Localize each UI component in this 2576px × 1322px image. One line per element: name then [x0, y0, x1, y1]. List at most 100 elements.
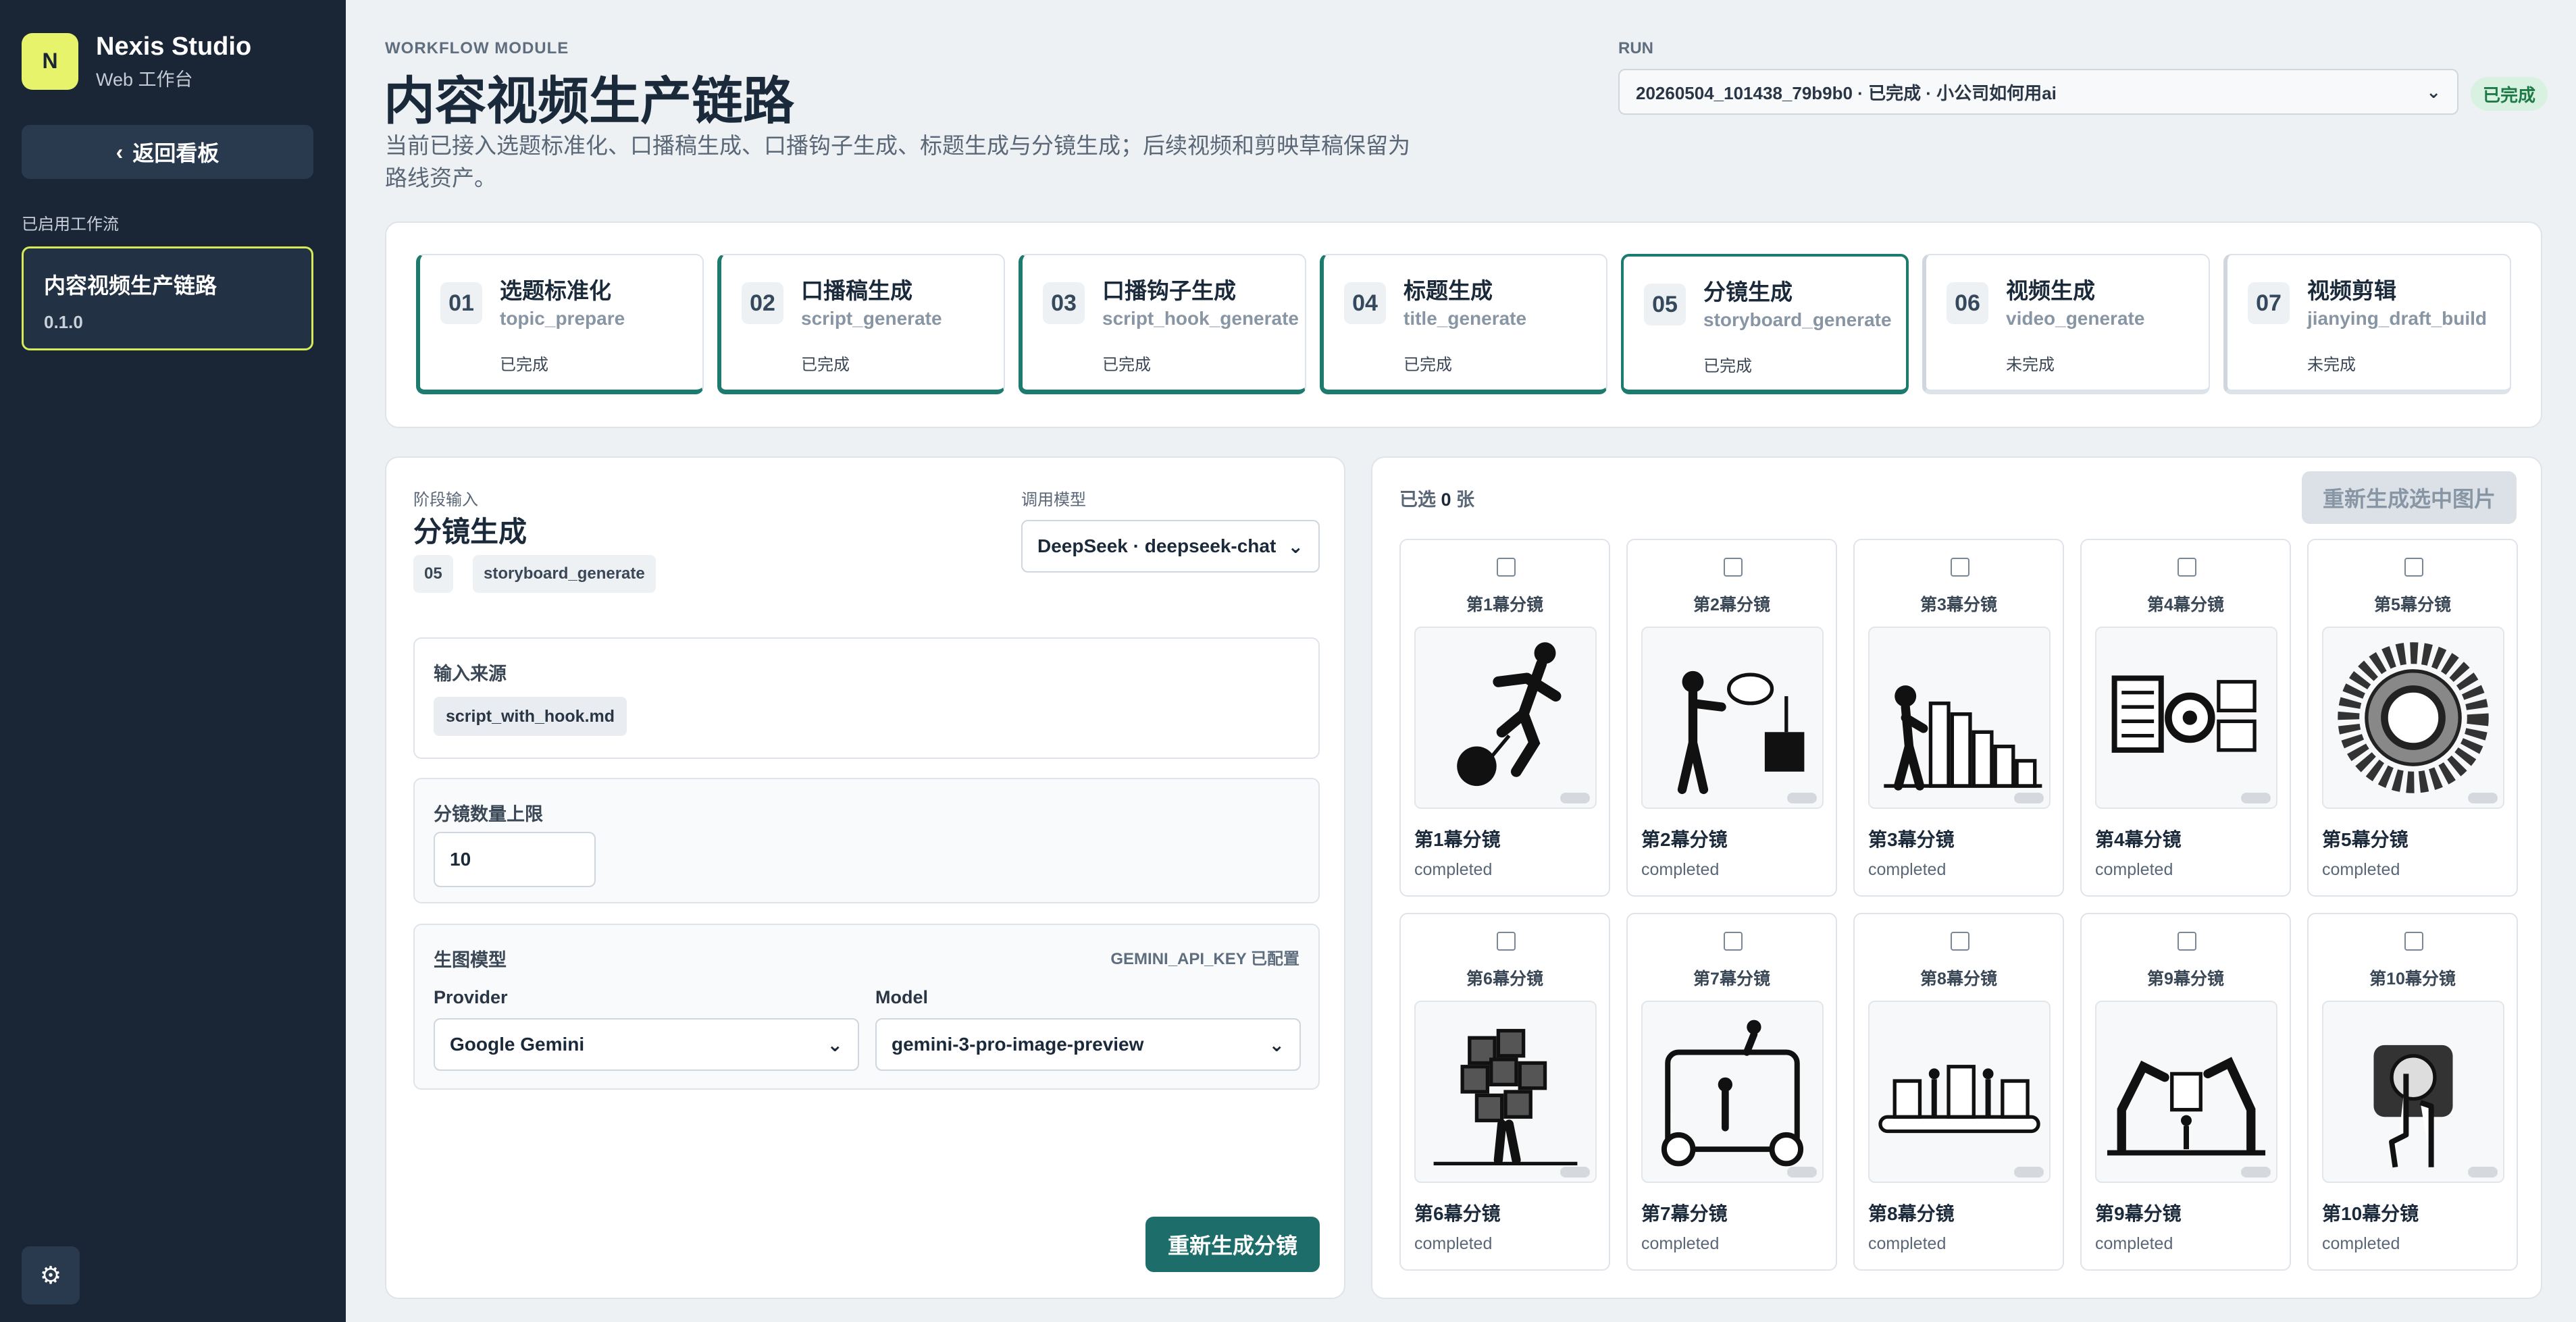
stage-code-chip: storyboard_generate: [473, 555, 656, 593]
brand-subtitle: Web 工作台: [96, 70, 193, 90]
card-title: 第9幕分镜: [2095, 1203, 2182, 1224]
storyboard-card[interactable]: 第3幕分镜 第3幕分镜 completed: [1853, 539, 2064, 897]
storyboard-card[interactable]: 第4幕分镜 第4幕分镜 completed: [2080, 539, 2291, 897]
step-name: 视频生成: [2006, 278, 2095, 303]
card-title: 第8幕分镜: [1868, 1203, 1955, 1224]
step-number: 04: [1344, 282, 1386, 324]
watermark: [2014, 793, 2044, 803]
step-code: video_generate: [2006, 308, 2145, 329]
person-bar-chart-icon: [1868, 627, 2051, 809]
watermark: [2468, 1167, 2498, 1178]
selected-count: 已选 0 张: [1399, 485, 1474, 511]
step-name: 口播钩子生成: [1102, 278, 1236, 303]
llm-model-select[interactable]: DeepSeek · deepseek-chat ⌄: [1021, 520, 1320, 573]
watermark: [1787, 1167, 1817, 1178]
input-source-label: 输入来源: [434, 664, 507, 684]
settings-button[interactable]: ⚙: [22, 1246, 80, 1304]
step-code: script_hook_generate: [1102, 308, 1299, 329]
machine-workers-icon: [1641, 1001, 1824, 1183]
card-title: 第4幕分镜: [2095, 829, 2182, 850]
card-header: 第9幕分镜: [2147, 970, 2224, 988]
card-status: completed: [1414, 860, 1493, 879]
storyboard-card[interactable]: 第1幕分镜 第1幕分镜 completed: [1399, 539, 1610, 897]
step-script-generate[interactable]: 02 口播稿生成 script_generate 已完成: [717, 254, 1005, 394]
back-to-board-button[interactable]: ‹ 返回看板: [22, 125, 313, 179]
card-status: completed: [2322, 860, 2400, 879]
select-checkbox[interactable]: [2178, 558, 2196, 577]
step-storyboard-generate[interactable]: 05 分镜生成 storyboard_generate 已完成: [1621, 254, 1909, 394]
input-source-chip: script_with_hook.md: [434, 697, 627, 736]
storyboard-card[interactable]: 第6幕分镜 第6幕分镜 completed: [1399, 913, 1610, 1271]
select-checkbox[interactable]: [2178, 932, 2196, 951]
watermark: [1560, 793, 1590, 803]
card-status: completed: [2322, 1234, 2400, 1253]
step-number: 01: [440, 282, 482, 324]
card-title: 第5幕分镜: [2322, 829, 2408, 850]
stage-input-panel: 阶段输入 分镜生成 05 storyboard_generate 调用模型 De…: [385, 456, 1345, 1299]
card-title: 第7幕分镜: [1641, 1203, 1728, 1224]
step-code: topic_prepare: [500, 308, 625, 329]
step-number: 02: [742, 282, 783, 324]
watermark: [1787, 793, 1817, 803]
step-video-generate[interactable]: 06 视频生成 video_generate 未完成: [1922, 254, 2210, 394]
brand-name: Nexis Studio: [96, 32, 252, 61]
card-header: 第4幕分镜: [2147, 596, 2224, 614]
sidebar-item-workflow[interactable]: 内容视频生产链路 0.1.0: [22, 246, 313, 350]
select-checkbox[interactable]: [1724, 558, 1743, 577]
step-script-hook-generate[interactable]: 03 口播钩子生成 script_hook_generate 已完成: [1019, 254, 1306, 394]
stage-title: 分镜生成: [413, 516, 527, 548]
step-topic-prepare[interactable]: 01 选题标准化 topic_prepare 已完成: [416, 254, 704, 394]
storyboard-limit-input[interactable]: 10: [434, 832, 596, 887]
chevron-down-icon: ⌄: [1268, 1034, 1285, 1055]
storyboard-limit-box: 分镜数量上限 10: [413, 778, 1320, 903]
storyboard-gallery-panel: 已选 0 张 重新生成选中图片 第1幕分镜 第1幕分镜 completed 第2…: [1371, 456, 2542, 1299]
page-title: 内容视频生产链路: [384, 73, 794, 130]
step-title-generate[interactable]: 04 标题生成 title_generate 已完成: [1320, 254, 1607, 394]
selected-count-prefix: 已选: [1399, 490, 1441, 510]
step-jianying-draft-build[interactable]: 07 视频剪辑 jianying_draft_build 未完成: [2223, 254, 2511, 394]
documents-gear-icon: [2095, 627, 2277, 809]
step-status: 已完成: [1102, 356, 1151, 374]
select-checkbox[interactable]: [2404, 932, 2423, 951]
card-status: completed: [2095, 860, 2173, 879]
runner-ball-chain-icon: [1414, 627, 1597, 809]
card-header: 第1幕分镜: [1466, 596, 1543, 614]
regenerate-storyboard-button[interactable]: 重新生成分镜: [1145, 1217, 1320, 1272]
chevron-down-icon: ⌄: [1287, 535, 1304, 557]
select-checkbox[interactable]: [2404, 558, 2423, 577]
regenerate-selected-images-button[interactable]: 重新生成选中图片: [2302, 471, 2517, 524]
provider-select[interactable]: Google Gemini ⌄: [434, 1018, 859, 1071]
step-number: 05: [1644, 284, 1686, 325]
storyboard-card[interactable]: 第10幕分镜 第10幕分镜 completed: [2307, 913, 2518, 1271]
storyboard-card[interactable]: 第7幕分镜 第7幕分镜 completed: [1626, 913, 1837, 1271]
card-header: 第3幕分镜: [1920, 596, 1997, 614]
card-header: 第2幕分镜: [1693, 596, 1770, 614]
image-model-select[interactable]: gemini-3-pro-image-preview ⌄: [875, 1018, 1301, 1071]
input-source-box: 输入来源 script_with_hook.md: [413, 637, 1320, 759]
select-checkbox[interactable]: [1724, 932, 1743, 951]
stage-input-label: 阶段输入: [413, 491, 478, 509]
select-checkbox[interactable]: [1497, 558, 1516, 577]
select-checkbox[interactable]: [1951, 558, 1969, 577]
storyboard-card[interactable]: 第9幕分镜 第9幕分镜 completed: [2080, 913, 2291, 1271]
storyboard-card[interactable]: 第8幕分镜 第8幕分镜 completed: [1853, 913, 2064, 1271]
page-description: 当前已接入选题标准化、口播稿生成、口播钩子生成、标题生成与分镜生成；后续视频和剪…: [385, 133, 1410, 190]
step-status: 已完成: [1403, 356, 1452, 374]
select-checkbox[interactable]: [1497, 932, 1516, 951]
storyboard-card[interactable]: 第2幕分镜 第2幕分镜 completed: [1626, 539, 1837, 897]
step-status: 未完成: [2307, 356, 2356, 374]
watermark: [2014, 1167, 2044, 1178]
robot-arms-icon: [2095, 1001, 2277, 1183]
run-select[interactable]: 20260504_101438_79b9b0 · 已完成 · 小公司如何用ai …: [1618, 69, 2458, 115]
storyboard-card[interactable]: 第5幕分镜 第5幕分镜 completed: [2307, 539, 2518, 897]
select-checkbox[interactable]: [1951, 932, 1969, 951]
card-status: completed: [1641, 860, 1720, 879]
module-tag: WORKFLOW MODULE: [385, 39, 569, 57]
card-status: completed: [1868, 860, 1947, 879]
run-label: RUN: [1618, 39, 1653, 57]
card-status: completed: [1868, 1234, 1947, 1253]
brand: N Nexis Studio Web 工作台: [22, 31, 251, 91]
step-status: 已完成: [801, 356, 850, 374]
image-model-value: gemini-3-pro-image-preview: [892, 1034, 1144, 1055]
card-title: 第3幕分镜: [1868, 829, 1955, 850]
